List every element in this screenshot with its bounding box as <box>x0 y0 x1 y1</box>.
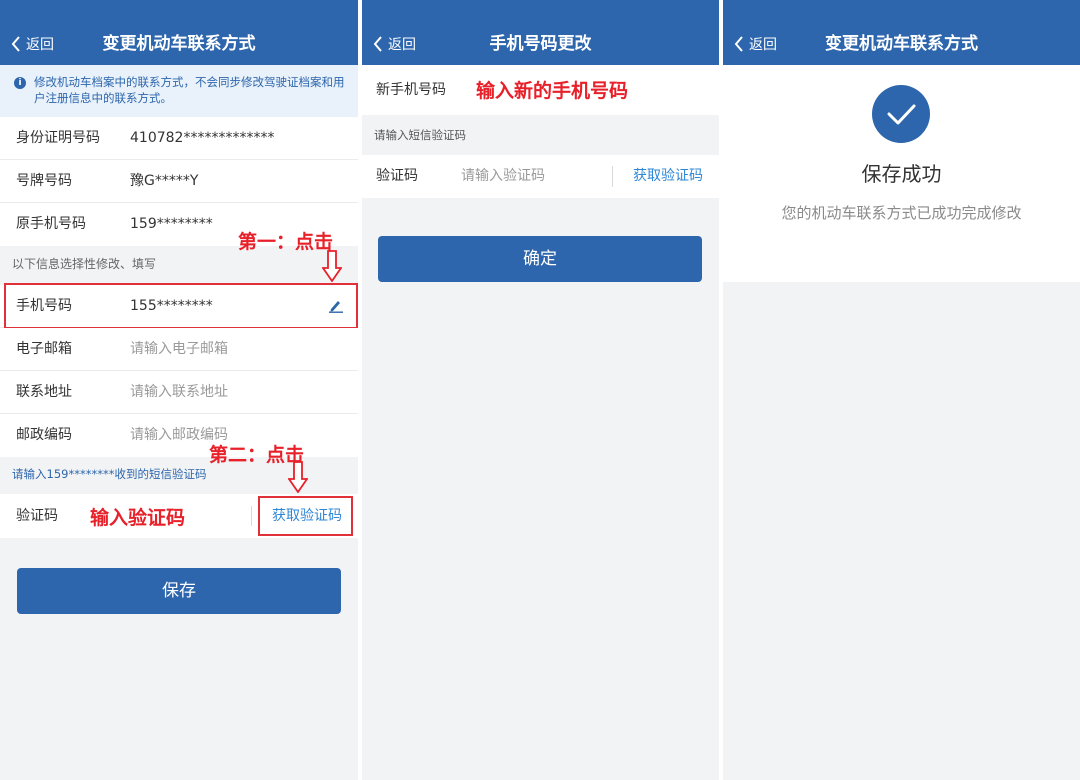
verification-code-row: 验证码 请输入验证码 获取验证码 <box>362 155 719 198</box>
address-field[interactable]: 请输入联系地址 <box>130 371 228 414</box>
info-icon: i <box>14 77 26 89</box>
get-code-button[interactable]: 获取验证码 <box>633 155 703 198</box>
success-message: 您的机动车联系方式已成功完成修改 <box>781 204 1022 222</box>
verification-code-input[interactable]: 请输入验证码 <box>461 155 545 198</box>
down-arrow-icon <box>288 461 308 493</box>
nav-bar: 返回 变更机动车联系方式 <box>723 0 1080 65</box>
phone-change-screen: 返回 手机号码更改 新手机号码 输入新的手机号码 请输入短信验证码 验证码 请输… <box>362 0 719 780</box>
page-title: 变更机动车联系方式 <box>825 34 978 54</box>
success-card: 保存成功 您的机动车联系方式已成功完成修改 <box>723 65 1080 282</box>
confirm-button[interactable]: 确定 <box>378 236 702 282</box>
annotation-step1: 第一：点击 <box>238 231 334 253</box>
postcode-label: 邮政编码 <box>16 427 72 443</box>
annotation-enter-new-phone: 输入新的手机号码 <box>476 80 629 102</box>
down-arrow-icon <box>322 250 342 282</box>
id-number-label: 身份证明号码 <box>16 130 100 146</box>
save-button[interactable]: 保存 <box>17 568 341 614</box>
check-circle-icon <box>872 85 930 143</box>
new-phone-row[interactable]: 新手机号码 输入新的手机号码 <box>362 65 719 115</box>
email-field[interactable]: 请输入电子邮箱 <box>130 328 228 371</box>
verification-code-label: 验证码 <box>16 508 58 524</box>
email-label: 电子邮箱 <box>16 341 72 357</box>
save-success-screen: 返回 变更机动车联系方式 保存成功 您的机动车联系方式已成功完成修改 <box>723 0 1080 780</box>
divider <box>612 166 613 187</box>
sms-section-header: 请输入短信验证码 <box>374 128 466 142</box>
id-number-value: 410782************* <box>130 130 275 146</box>
notice-text: 修改机动车档案中的联系方式，不会同步修改驾驶证档案和用户注册信息中的联系方式。 <box>34 75 345 105</box>
id-number-row: 身份证明号码 410782************* <box>0 117 358 160</box>
contact-change-screen: 返回 变更机动车联系方式 i 修改机动车档案中的联系方式，不会同步修改驾驶证档案… <box>0 0 358 780</box>
plate-number-label: 号牌号码 <box>16 173 72 189</box>
new-phone-label: 新手机号码 <box>376 82 446 98</box>
info-notice: i 修改机动车档案中的联系方式，不会同步修改驾驶证档案和用户注册信息中的联系方式… <box>0 65 358 117</box>
original-phone-label: 原手机号码 <box>16 216 86 232</box>
plate-number-row: 号牌号码 豫G*****Y <box>0 160 358 203</box>
email-row[interactable]: 电子邮箱 请输入电子邮箱 <box>0 328 358 371</box>
highlight-phone-box <box>4 283 358 329</box>
highlight-get-code-box <box>258 496 353 536</box>
original-phone-value: 159******** <box>130 216 213 232</box>
success-title: 保存成功 <box>861 162 942 186</box>
address-row[interactable]: 联系地址 请输入联系地址 <box>0 371 358 414</box>
divider <box>251 506 252 526</box>
nav-bar: 返回 手机号码更改 <box>362 0 719 65</box>
page-title: 变更机动车联系方式 <box>102 34 256 54</box>
plate-number-value: 豫G*****Y <box>130 173 199 189</box>
page-title: 手机号码更改 <box>489 34 592 54</box>
verification-code-label: 验证码 <box>376 168 418 184</box>
annotation-enter-code: 输入验证码 <box>90 507 186 529</box>
address-label: 联系地址 <box>16 384 72 400</box>
postcode-row[interactable]: 邮政编码 请输入邮政编码 <box>0 414 358 457</box>
nav-bar: 返回 变更机动车联系方式 <box>0 0 358 65</box>
